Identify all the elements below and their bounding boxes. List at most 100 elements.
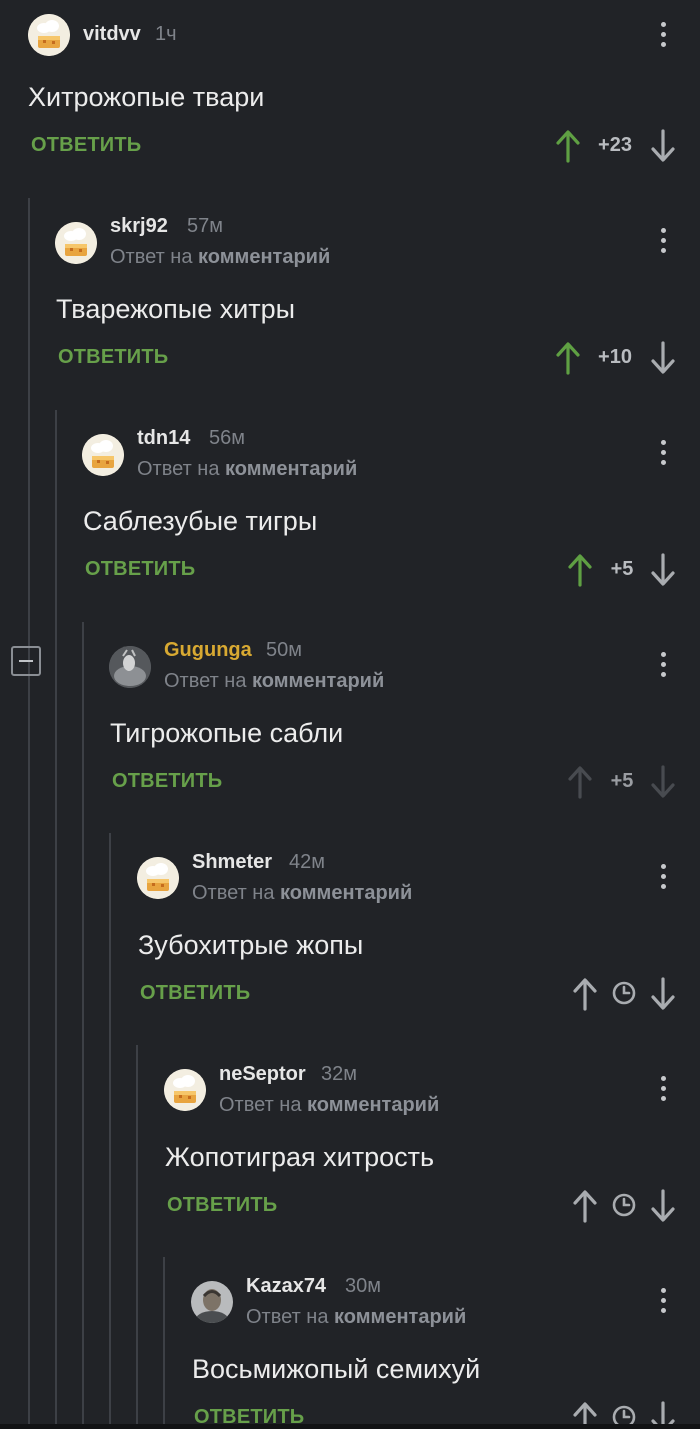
reply-to-label: Ответ на комментарий	[192, 882, 412, 905]
arrow-down-icon	[651, 341, 675, 374]
reply-to-prefix: Ответ на	[192, 882, 275, 904]
reply-button[interactable]: ОТВЕТИТЬ	[112, 770, 222, 793]
score: +10	[598, 346, 632, 368]
comment-text: Зубохитрые жопы	[138, 930, 364, 960]
reply-to-label: Ответ на комментарий	[164, 670, 384, 693]
clock-icon	[611, 980, 637, 1006]
score: +23	[598, 134, 632, 156]
more-options-icon[interactable]	[654, 650, 674, 680]
username[interactable]: vitdvv	[83, 23, 141, 46]
reply-button[interactable]: ОТВЕТИТЬ	[58, 346, 168, 369]
upvote-button[interactable]	[567, 765, 593, 799]
reply-button[interactable]: ОТВЕТИТЬ	[140, 982, 250, 1005]
thread-line-2	[55, 410, 57, 1424]
reply-to-prefix: Ответ на	[110, 246, 193, 268]
avatar[interactable]	[109, 646, 151, 688]
username[interactable]: tdn14	[137, 427, 190, 450]
upvote-button[interactable]	[572, 977, 598, 1011]
reply-to-link[interactable]: комментарий	[280, 882, 412, 904]
upvote-button[interactable]	[555, 341, 581, 375]
downvote-button[interactable]	[650, 765, 676, 799]
more-options-icon[interactable]	[654, 862, 674, 892]
reply-button[interactable]: ОТВЕТИТЬ	[85, 558, 195, 581]
arrow-up-icon	[556, 130, 580, 163]
reply-to-link[interactable]: комментарий	[225, 458, 357, 480]
avatar[interactable]	[55, 222, 97, 264]
downvote-button[interactable]	[650, 129, 676, 163]
grey-photo-avatar-icon	[109, 646, 151, 688]
chef-cake-avatar-icon	[55, 222, 97, 264]
chef-cake-avatar-icon	[164, 1069, 206, 1111]
downvote-button[interactable]	[650, 341, 676, 375]
downvote-button[interactable]	[650, 1189, 676, 1223]
more-options-icon[interactable]	[654, 20, 674, 50]
comment-text: Саблезубые тигры	[83, 506, 318, 536]
comment-text: Тигрожопые сабли	[110, 718, 344, 748]
chef-cake-avatar-icon	[28, 14, 70, 56]
arrow-down-icon	[651, 1189, 675, 1222]
arrow-up-icon	[568, 554, 592, 587]
reply-to-prefix: Ответ на	[164, 670, 247, 692]
timestamp: 57м	[187, 215, 223, 237]
comment-text: Восьмижопый семихуй	[192, 1354, 481, 1384]
thread-line-5	[136, 1045, 138, 1424]
reply-to-label: Ответ на комментарий	[246, 1306, 466, 1329]
thread-line-3	[82, 622, 84, 1424]
reply-button[interactable]: ОТВЕТИТЬ	[167, 1194, 277, 1217]
more-options-icon[interactable]	[654, 438, 674, 468]
reply-button[interactable]: ОТВЕТИТЬ	[31, 134, 141, 157]
arrow-down-icon	[651, 129, 675, 162]
arrow-up-icon	[573, 1190, 597, 1223]
timestamp: 50м	[266, 639, 302, 661]
avatar[interactable]	[82, 434, 124, 476]
timestamp: 1ч	[155, 23, 177, 45]
timestamp: 32м	[321, 1063, 357, 1085]
chef-cake-avatar-icon	[82, 434, 124, 476]
username[interactable]: skrj92	[110, 215, 168, 238]
reply-to-prefix: Ответ на	[137, 458, 220, 480]
timestamp: 30м	[345, 1275, 381, 1297]
username[interactable]: neSeptor	[219, 1063, 306, 1086]
timestamp: 42м	[289, 851, 325, 873]
thread-line-6	[163, 1257, 165, 1424]
avatar[interactable]	[137, 857, 179, 899]
minus-icon	[19, 660, 33, 662]
upvote-button[interactable]	[555, 129, 581, 163]
collapse-thread-button[interactable]	[11, 646, 41, 676]
score: +5	[610, 558, 634, 580]
reply-to-link[interactable]: комментарий	[334, 1306, 466, 1328]
more-options-icon[interactable]	[654, 226, 674, 256]
comment-text: Хитрожопые твари	[28, 82, 265, 112]
downvote-button[interactable]	[650, 977, 676, 1011]
arrow-up-icon	[556, 342, 580, 375]
arrow-down-icon	[651, 977, 675, 1010]
upvote-button[interactable]	[567, 553, 593, 587]
arrow-down-icon	[651, 553, 675, 586]
more-options-icon[interactable]	[654, 1286, 674, 1316]
avatar[interactable]	[28, 14, 70, 56]
comment-text: Жопотиграя хитрость	[165, 1142, 435, 1172]
thread-line-1	[28, 198, 30, 1424]
username[interactable]: Shmeter	[192, 851, 272, 874]
username[interactable]: Gugunga	[164, 639, 252, 662]
reply-to-link[interactable]: комментарий	[198, 246, 330, 268]
username[interactable]: Kazax74	[246, 1275, 326, 1298]
downvote-button[interactable]	[650, 553, 676, 587]
avatar[interactable]	[191, 1281, 233, 1323]
clock-icon	[611, 1192, 637, 1218]
man-photo-avatar-icon	[191, 1281, 233, 1323]
score: +5	[610, 770, 634, 792]
comment-text: Тварежопые хитры	[56, 294, 296, 324]
avatar[interactable]	[164, 1069, 206, 1111]
reply-to-label: Ответ на комментарий	[219, 1094, 439, 1117]
more-options-icon[interactable]	[654, 1074, 674, 1104]
arrow-up-icon	[568, 766, 592, 799]
reply-to-link[interactable]: комментарий	[252, 670, 384, 692]
bottom-bar	[0, 1424, 700, 1429]
upvote-button[interactable]	[572, 1189, 598, 1223]
chef-cake-avatar-icon	[137, 857, 179, 899]
reply-to-prefix: Ответ на	[219, 1094, 302, 1116]
arrow-down-icon	[651, 765, 675, 798]
thread-line-4	[109, 833, 111, 1424]
reply-to-link[interactable]: комментарий	[307, 1094, 439, 1116]
